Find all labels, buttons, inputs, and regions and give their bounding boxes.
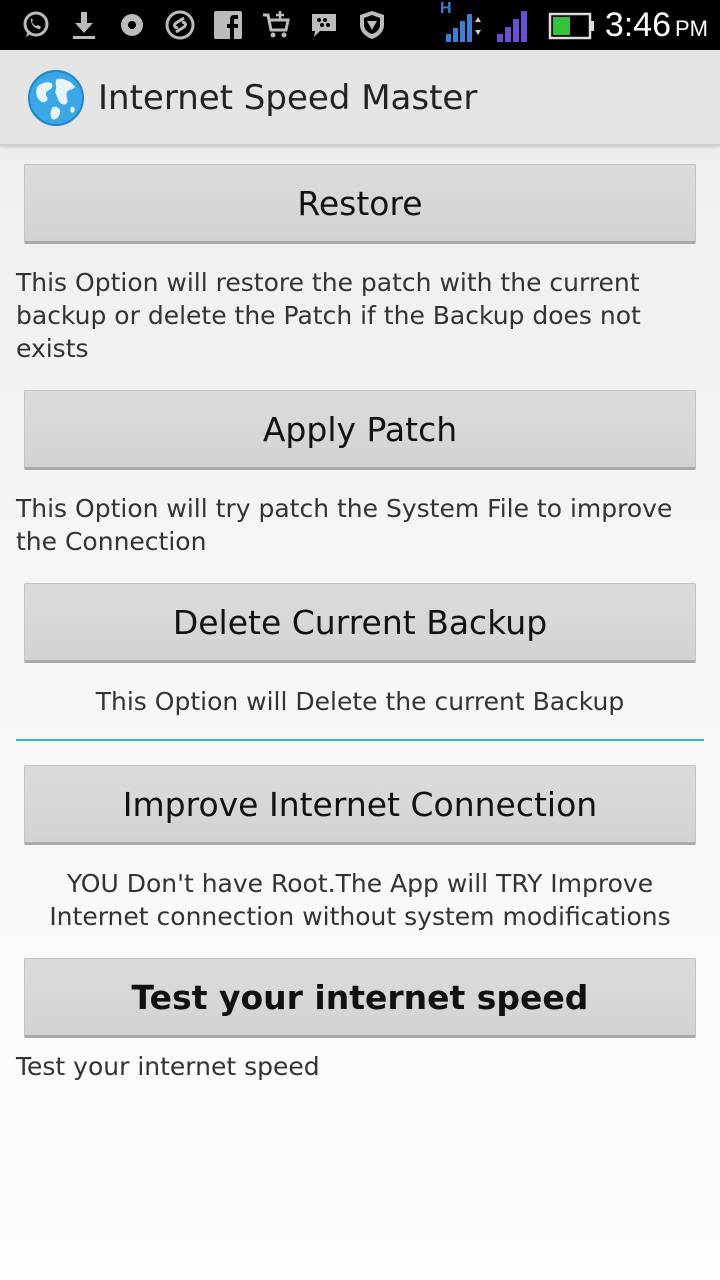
test-speed-description: Test your internet speed xyxy=(16,1052,320,1081)
network-h-icon xyxy=(446,14,481,42)
whatsapp-icon xyxy=(23,11,49,37)
apply-patch-description: This Option will try patch the System Fi… xyxy=(16,494,673,556)
bbm-icon xyxy=(312,14,336,37)
status-bar: H 3:46 PM xyxy=(0,0,720,50)
delete-backup-description: This Option will Delete the current Back… xyxy=(95,687,625,716)
action-bar: Internet Speed Master xyxy=(0,50,720,146)
shop-icon xyxy=(263,11,290,38)
signal-icon xyxy=(497,11,527,42)
improve-connection-button[interactable]: Improve Internet Connection xyxy=(24,765,696,845)
globe-icon[interactable] xyxy=(27,69,85,127)
clock-ampm: PM xyxy=(675,16,708,41)
test-speed-button[interactable]: Test your internet speed xyxy=(24,958,696,1038)
facebook-icon xyxy=(214,11,242,39)
media-icon xyxy=(121,14,143,36)
battery-icon xyxy=(548,12,594,40)
section-divider xyxy=(16,739,704,741)
download-icon xyxy=(73,12,95,39)
shield-icon xyxy=(360,11,384,39)
delete-backup-button[interactable]: Delete Current Backup xyxy=(24,583,696,663)
shazam-icon xyxy=(165,10,195,40)
clock-time: 3:46 xyxy=(604,6,671,44)
improve-connection-description: YOU Don't have Root.The App will TRY Imp… xyxy=(49,869,671,931)
restore-button[interactable]: Restore xyxy=(24,164,696,244)
status-clock: 3:46 PM xyxy=(605,6,708,45)
restore-description: This Option will restore the patch with … xyxy=(16,268,641,363)
app-title: Internet Speed Master xyxy=(98,78,478,118)
apply-patch-button[interactable]: Apply Patch xyxy=(24,390,696,470)
